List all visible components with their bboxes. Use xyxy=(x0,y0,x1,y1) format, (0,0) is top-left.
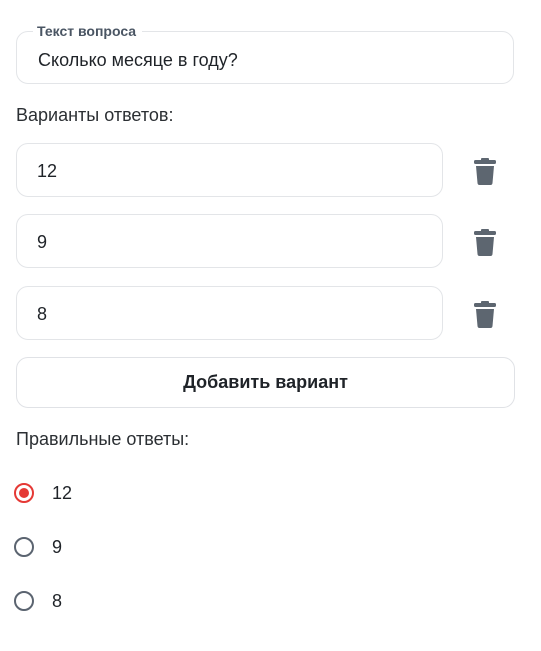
option-row: 12 xyxy=(16,143,516,197)
trash-icon xyxy=(474,228,496,256)
trash-icon xyxy=(474,300,496,328)
radio-label: 12 xyxy=(52,483,73,503)
option-input[interactable]: 12 xyxy=(16,143,443,197)
question-text-value[interactable]: Сколько месяце в году? xyxy=(38,49,238,71)
option-input-value: 12 xyxy=(37,161,58,181)
option-input-value: 8 xyxy=(37,304,48,324)
option-row: 8 xyxy=(16,286,516,340)
correct-answer-radio[interactable]: 9 xyxy=(14,534,62,560)
add-option-button[interactable]: Добавить вариант xyxy=(16,357,515,408)
radio-checked-icon[interactable] xyxy=(14,483,34,503)
option-input[interactable]: 9 xyxy=(16,214,443,268)
radio-unchecked-icon[interactable] xyxy=(14,591,34,611)
radio-label: 8 xyxy=(52,591,63,611)
correct-answer-radio[interactable]: 12 xyxy=(14,480,72,506)
trash-icon xyxy=(474,157,496,185)
question-text-legend: Текст вопроса xyxy=(33,23,143,39)
options-section-label: Варианты ответов: xyxy=(16,105,174,125)
option-input[interactable]: 8 xyxy=(16,286,443,340)
question-text-field[interactable]: Текст вопроса Сколько месяце в году? xyxy=(16,23,514,84)
delete-option-button[interactable] xyxy=(471,299,499,329)
radio-unchecked-icon[interactable] xyxy=(14,537,34,557)
radio-label: 9 xyxy=(52,537,63,557)
clipped-next-section-label: ​ xyxy=(34,628,254,638)
correct-answer-radio[interactable]: 8 xyxy=(14,588,62,614)
correct-answers-label: Правильные ответы: xyxy=(16,429,190,449)
delete-option-button[interactable] xyxy=(471,227,499,257)
option-input-value: 9 xyxy=(37,232,48,252)
delete-option-button[interactable] xyxy=(471,156,499,186)
option-row: 9 xyxy=(16,214,516,268)
